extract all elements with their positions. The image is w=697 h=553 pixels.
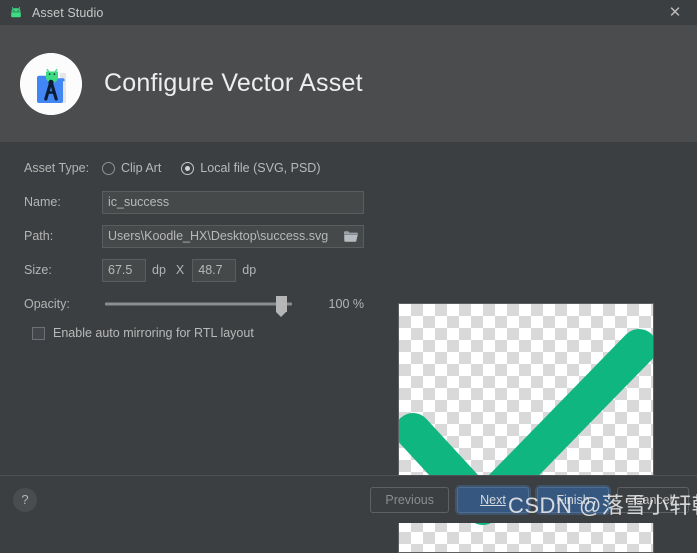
size-separator: X [175, 263, 185, 277]
radio-local-file[interactable] [181, 161, 195, 175]
asset-type-label: Asset Type: [24, 161, 90, 175]
titlebar: Asset Studio ✕ [0, 0, 697, 25]
opacity-row: Opacity: 100 % [24, 292, 386, 317]
dialog-body: Asset Type: Clip Art Local file (SVG, PS… [0, 142, 697, 553]
help-button[interactable]: ? [13, 487, 37, 512]
finish-button[interactable]: Finish [537, 486, 609, 513]
name-label: Name: [24, 195, 61, 209]
dialog-footer: ? Previous Next Finish Cancel [0, 475, 697, 523]
size-row: Size: dp X dp [24, 258, 386, 282]
next-button-label: Next [480, 492, 506, 507]
size-width-unit: dp [152, 263, 166, 277]
opacity-slider[interactable]: 100 % [102, 294, 364, 317]
path-row: Path: [24, 224, 386, 248]
window-title: Asset Studio [32, 5, 104, 20]
radio-clip-art-label[interactable]: Clip Art [121, 161, 161, 175]
size-height-input[interactable] [192, 258, 237, 282]
name-input[interactable] [102, 190, 364, 214]
opacity-label: Opacity: [24, 297, 70, 311]
size-height-unit: dp [242, 263, 257, 277]
cancel-button[interactable]: Cancel [617, 486, 689, 513]
asset-studio-window: Asset Studio ✕ Configure Vector Asset As… [0, 0, 697, 553]
asset-type-radio-group: Clip Art Local file (SVG, PSD) [102, 161, 334, 175]
close-icon[interactable]: ✕ [653, 0, 697, 25]
folder-icon[interactable] [342, 228, 360, 244]
rtl-mirroring-label[interactable]: Enable auto mirroring for RTL layout [53, 326, 254, 340]
name-row: Name: [24, 190, 386, 214]
radio-local-file-label[interactable]: Local file (SVG, PSD) [200, 161, 320, 175]
size-label: Size: [24, 263, 52, 277]
size-width-input[interactable] [102, 258, 146, 282]
opacity-slider-thumb[interactable] [276, 296, 287, 317]
asset-type-row: Asset Type: Clip Art Local file (SVG, PS… [24, 156, 386, 180]
android-robot-icon [8, 5, 24, 21]
form-column: Asset Type: Clip Art Local file (SVG, PS… [0, 156, 386, 475]
asset-studio-icon [20, 52, 82, 115]
rtl-mirroring-checkbox[interactable] [32, 326, 45, 340]
opacity-slider-track[interactable] [105, 302, 292, 306]
page-title: Configure Vector Asset [104, 69, 363, 97]
path-input[interactable] [102, 224, 364, 248]
rtl-mirroring-row[interactable]: Enable auto mirroring for RTL layout [32, 326, 386, 340]
next-button[interactable]: Next [457, 486, 529, 513]
header-band: Configure Vector Asset [0, 25, 697, 142]
footer-button-bar: Previous Next Finish Cancel [370, 486, 689, 513]
opacity-value: 100 % [328, 297, 364, 311]
radio-clip-art[interactable] [102, 161, 115, 175]
previous-button[interactable]: Previous [370, 486, 449, 513]
path-field-wrap [102, 224, 364, 248]
path-label: Path: [24, 229, 54, 243]
